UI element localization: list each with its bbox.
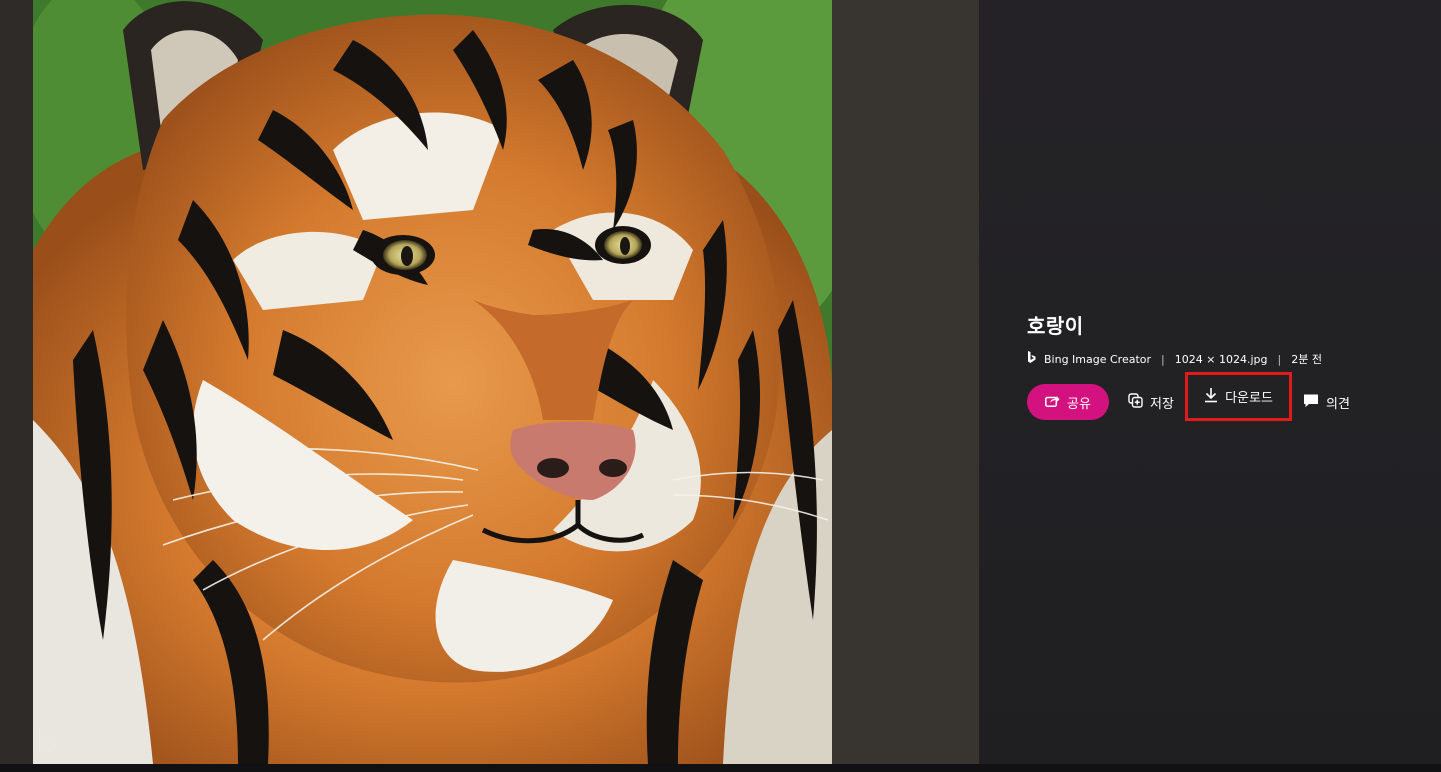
image-actions: 공유 저장 다운로드 의견: [1027, 372, 1350, 421]
image-meta: Bing Image Creator | 1024 × 1024.jpg | 2…: [1027, 350, 1322, 368]
image-source: Bing Image Creator: [1044, 352, 1152, 366]
bottom-bar: [0, 764, 1441, 772]
meta-separator: |: [1161, 352, 1165, 366]
add-collection-icon: [1128, 392, 1143, 412]
meta-separator: |: [1277, 352, 1282, 366]
download-label: 다운로드: [1225, 391, 1273, 406]
speech-bubble-icon: [1303, 393, 1319, 412]
image-time-ago: 2분 전: [1291, 353, 1322, 366]
save-button[interactable]: 저장: [1128, 384, 1174, 420]
bing-logo-icon: [1027, 351, 1036, 367]
download-icon: [1204, 387, 1218, 407]
bing-watermark-icon: [36, 722, 66, 758]
save-label: 저장: [1150, 396, 1174, 412]
image-file-info: 1024 × 1024.jpg: [1174, 352, 1268, 366]
feedback-label: 의견: [1326, 396, 1350, 412]
feedback-button[interactable]: 의견: [1303, 384, 1350, 420]
image-viewer: 호랑이 Bing Image Creator | 1024 × 1024.jpg…: [0, 0, 1441, 772]
generated-image[interactable]: [33, 0, 832, 764]
share-button[interactable]: 공유: [1027, 384, 1109, 420]
image-title: 호랑이: [1027, 314, 1084, 338]
download-button[interactable]: 다운로드: [1185, 372, 1292, 421]
image-stage: [0, 0, 979, 764]
share-arrow-icon: [1045, 394, 1060, 411]
tiger-image: [33, 0, 832, 764]
share-label: 공유: [1067, 396, 1091, 412]
